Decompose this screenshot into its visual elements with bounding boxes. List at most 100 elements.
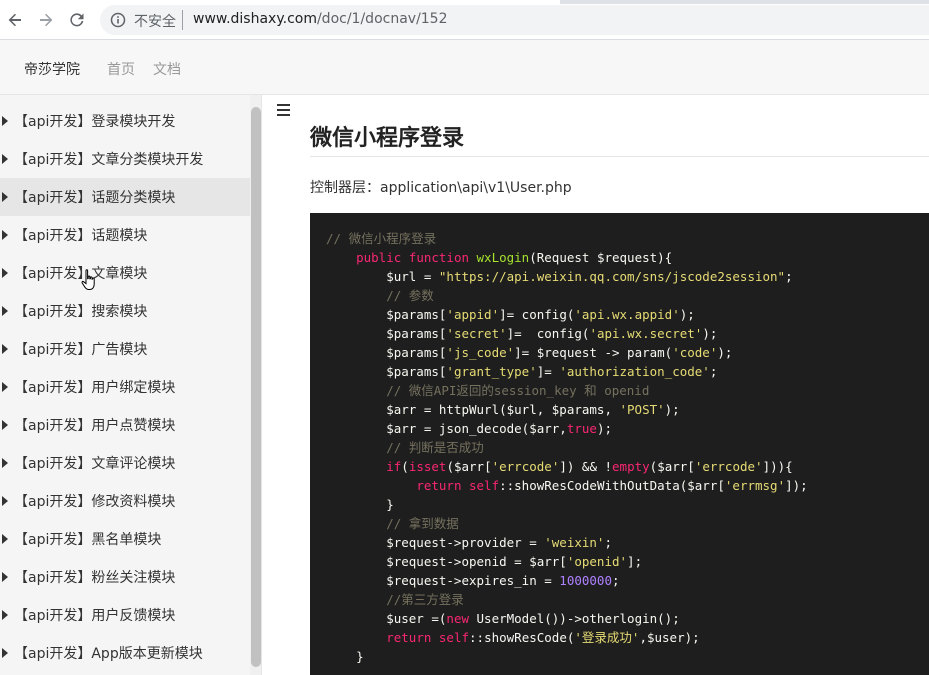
code-token: ]= config( [499, 307, 575, 322]
sidebar-item[interactable]: 【api开发】文章评论模块 [0, 444, 250, 482]
code-token: $params[ [326, 307, 447, 322]
code-token: true [566, 421, 597, 436]
code-token: ]= [536, 364, 560, 379]
caret-right-icon [2, 648, 8, 658]
sidebar-item[interactable]: 【api开发】广告模块 [0, 330, 250, 368]
code-token: //第三方登录 [386, 592, 464, 607]
sidebar-item-label: 【api开发】用户反馈模块 [14, 608, 176, 624]
sidebar-item[interactable]: 【api开发】用户反馈模块 [0, 596, 250, 634]
sidebar-item-label: 【api开发】话题模块 [14, 228, 148, 244]
sidebar-item-active[interactable]: 【api开发】话题分类模块 [0, 178, 250, 216]
code-token: // 参数 [386, 288, 434, 303]
sidebar-item[interactable]: 【api开发】修改资料模块 [0, 482, 250, 520]
code-line: $url = "https://api.weixin.qq.com/sns/js… [326, 267, 792, 286]
code-token: self [438, 630, 470, 645]
caret-right-icon [2, 496, 8, 506]
sidebar-item-label: 【api开发】登录模块开发 [14, 114, 176, 130]
sidebar-item[interactable]: 【api开发】用户绑定模块 [0, 368, 250, 406]
code-token: $params[ [326, 326, 447, 341]
code-line: $request->provider = 'weixin'; [326, 533, 612, 552]
code-token: $request->provider = [326, 535, 545, 550]
caret-right-icon [2, 154, 8, 164]
back-button[interactable] [2, 7, 28, 33]
code-line: // 拿到数据 [326, 514, 459, 533]
code-token: // 判断是否成功 [386, 440, 484, 455]
code-token: } [326, 649, 364, 664]
sidebar-item-label: 【api开发】黑名单模块 [14, 532, 162, 548]
sidebar-item[interactable]: 【api开发】文章分类模块开发 [0, 140, 250, 178]
code-token: $user =( [326, 611, 447, 626]
sidebar-item-label: 【api开发】粉丝关注模块 [14, 570, 176, 586]
code-line: } [326, 495, 394, 514]
caret-right-icon [2, 572, 8, 582]
code-token: 'errmsg' [724, 478, 786, 493]
tab-strip [560, 0, 929, 4]
code-token: '登录成功' [574, 630, 640, 645]
code-token: return [386, 630, 432, 645]
sidebar-item[interactable]: 【api开发】搜索模块 [0, 292, 250, 330]
caret-right-icon [2, 192, 8, 202]
code-block: // 微信小程序登录 public function wxLogin(Reque… [310, 213, 929, 675]
code-line: public function wxLogin(Request $request… [326, 248, 672, 267]
site-header: 帝莎学院 首页 文档 [0, 40, 929, 95]
code-token: ( [401, 459, 409, 474]
sidebar-item-label: 【api开发】文章评论模块 [14, 456, 176, 472]
code-line: $params['js_code']= $request -> param('c… [326, 343, 732, 362]
nav-link-docs[interactable]: 文档 [153, 59, 181, 79]
site-brand[interactable]: 帝莎学院 [24, 59, 80, 79]
code-token: 'authorization_code' [559, 364, 710, 379]
code-token: ; [604, 535, 612, 550]
reload-button[interactable] [64, 7, 90, 33]
sidebar-scrollbar-thumb[interactable] [251, 107, 261, 667]
sidebar-item[interactable]: 【api开发】用户点赞模块 [0, 406, 250, 444]
code-token: self [469, 478, 500, 493]
sidebar-item[interactable]: 【api开发】文章模块 [0, 254, 250, 292]
sidebar-item[interactable]: 【api开发】App版本更新模块 [0, 634, 250, 672]
page-title: 微信小程序登录 [310, 126, 465, 151]
menu-icon[interactable] [277, 104, 291, 118]
address-bar[interactable]: 不安全 www.dishaxy.com/doc/1/docnav/152 [100, 5, 929, 35]
code-line: // 参数 [326, 286, 434, 305]
caret-right-icon [2, 230, 8, 240]
code-token: ::showResCode( [469, 630, 575, 645]
code-line: // 微信API返回的session_key 和 openid [326, 381, 649, 400]
code-token: 1000000 [559, 573, 612, 588]
security-label: 不安全 [134, 14, 176, 30]
code-token: // 微信API返回的session_key 和 openid [386, 383, 650, 398]
code-line: $request->openid = $arr['openid']; [326, 552, 642, 571]
code-token: $arr = json_decode($arr, [326, 421, 567, 436]
code-token: 'errcode' [491, 459, 560, 474]
code-token: if [386, 459, 402, 474]
forward-button[interactable] [33, 7, 59, 33]
code-token: ])){ [762, 459, 793, 474]
code-token: 'secret' [446, 326, 507, 341]
sidebar-item[interactable]: 【api开发】黑名单模块 [0, 520, 250, 558]
code-token: $params[ [326, 364, 447, 379]
code-token: public function [356, 250, 469, 265]
code-line: } [326, 647, 364, 666]
sidebar-item[interactable]: 【api开发】话题模块 [0, 216, 250, 254]
back-arrow-icon [8, 13, 21, 27]
sidebar-item[interactable]: 【api开发】粉丝关注模块 [0, 558, 250, 596]
code-token: 'grant_type' [446, 364, 537, 379]
sidebar-item-label: 【api开发】话题分类模块 [14, 190, 176, 206]
code-token: ]; [627, 554, 643, 569]
title-divider [310, 156, 929, 157]
code-token: $request->expires_in = [326, 573, 560, 588]
code-token: } [326, 497, 394, 512]
info-icon[interactable] [110, 12, 126, 28]
url-text[interactable]: www.dishaxy.com/doc/1/docnav/152 [193, 11, 448, 27]
code-line: $params['appid']= config('api.wx.appid')… [326, 305, 695, 324]
code-line: // 微信小程序登录 [326, 229, 436, 248]
code-line: $arr = json_decode($arr,true); [326, 419, 612, 438]
code-token: ]= config( [506, 326, 590, 341]
sidebar-item-label: 【api开发】用户点赞模块 [14, 418, 176, 434]
code-token: 'code' [672, 345, 718, 360]
nav-link-home[interactable]: 首页 [107, 59, 135, 79]
code-line: return self::showResCode('登录成功',$user); [326, 628, 699, 647]
code-token: ); [679, 307, 695, 322]
sidebar-item[interactable]: 【api开发】登录模块开发 [0, 102, 250, 140]
